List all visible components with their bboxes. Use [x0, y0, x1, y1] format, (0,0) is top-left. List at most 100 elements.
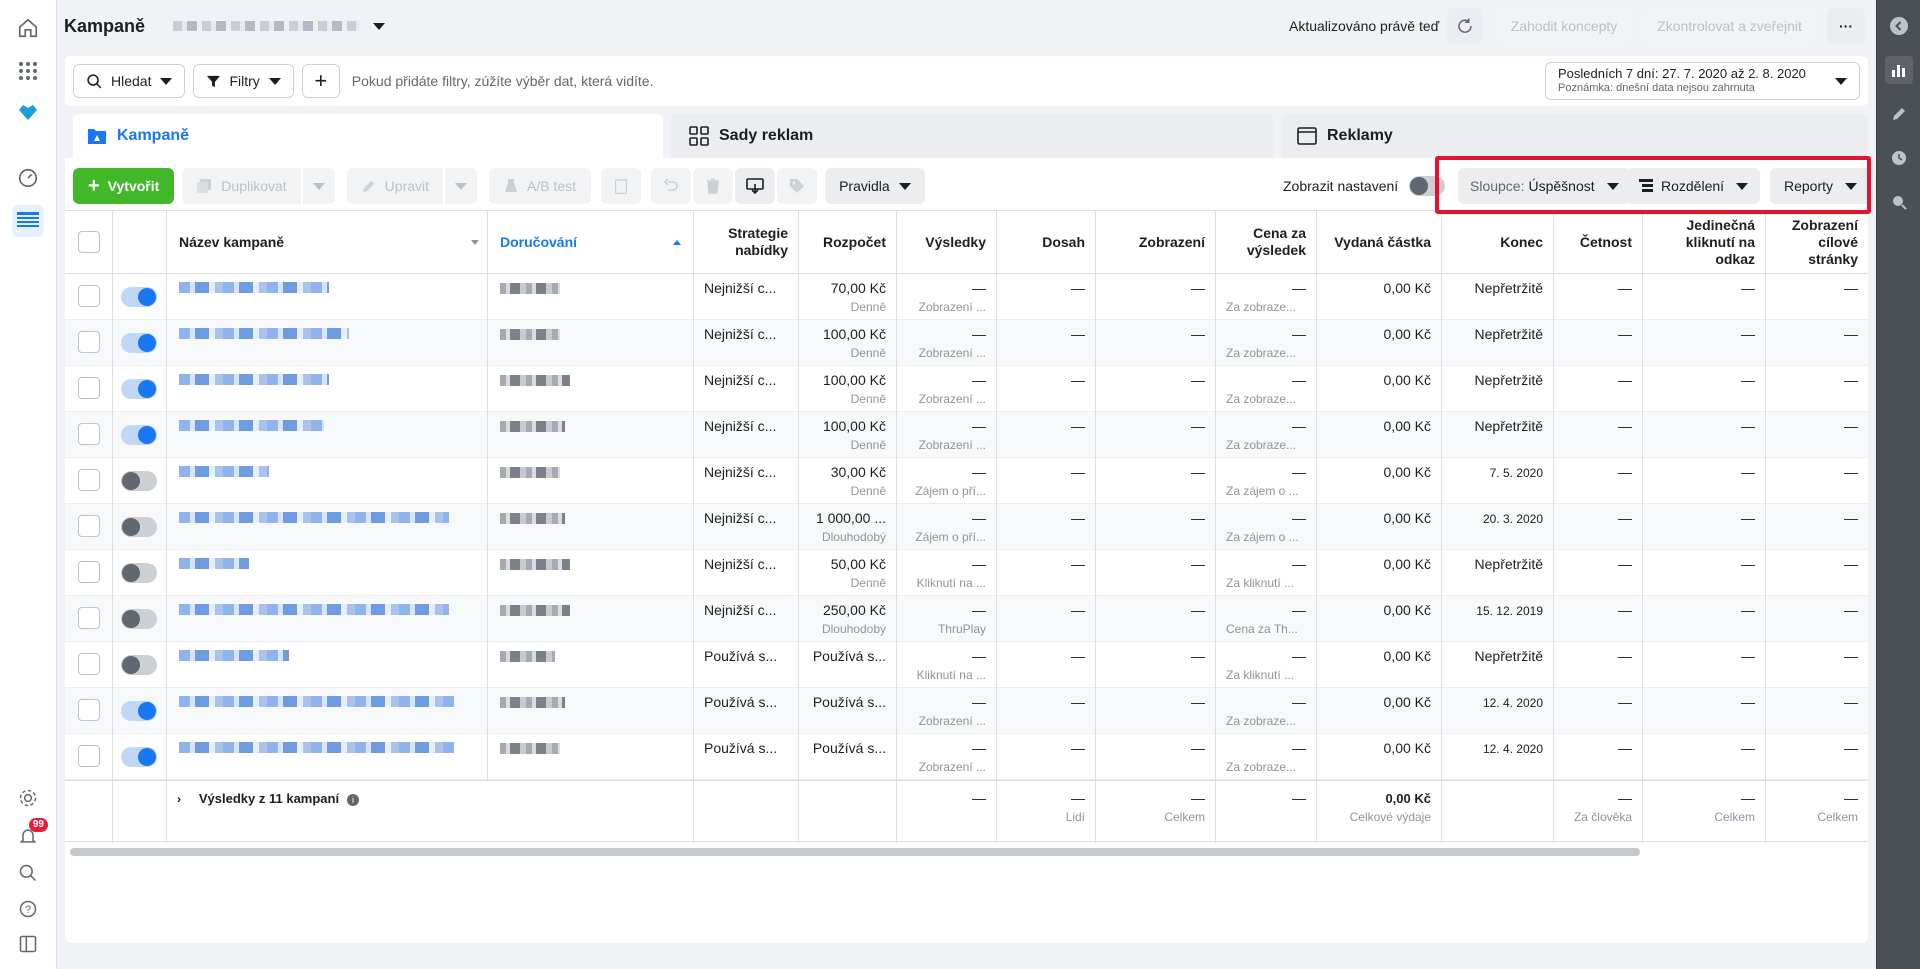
row-checkbox[interactable] — [77, 515, 100, 537]
select-all-checkbox[interactable] — [77, 231, 100, 253]
duplicate-button[interactable]: Duplikovat — [182, 168, 301, 204]
row-checkbox[interactable] — [77, 699, 100, 721]
filters-button[interactable]: Filtry — [193, 64, 294, 98]
campaign-name-blurred[interactable] — [179, 558, 249, 569]
col-header-results[interactable]: Výsledky — [897, 211, 997, 273]
campaign-name-blurred[interactable] — [179, 420, 324, 431]
campaign-toggle[interactable] — [121, 425, 157, 445]
table-row[interactable]: Používá s... Používá s... — Kliknutí na ...… — [65, 642, 1868, 688]
collapse-panel-icon[interactable] — [1885, 12, 1913, 40]
row-checkbox[interactable] — [77, 377, 100, 399]
campaign-toggle[interactable] — [121, 747, 157, 767]
table-row[interactable]: Nejnižší c... 100,00 Kč Denně — Zobrazení ..… — [65, 320, 1868, 366]
tab-ad-sets[interactable]: Sady reklam — [671, 114, 1273, 158]
export-button[interactable] — [735, 168, 776, 204]
account-logo-icon[interactable] — [12, 96, 44, 128]
col-header-landing[interactable]: Zobrazení cílové stránky — [1766, 211, 1868, 273]
tab-campaigns[interactable]: Kampaně — [73, 114, 663, 158]
row-checkbox[interactable] — [77, 607, 100, 629]
campaign-toggle[interactable] — [121, 655, 157, 675]
edit-button[interactable]: Upravit — [346, 168, 444, 204]
row-checkbox[interactable] — [77, 331, 100, 353]
col-header-impressions[interactable]: Zobrazení — [1096, 211, 1216, 273]
apps-grid-icon[interactable] — [12, 55, 44, 87]
row-checkbox[interactable] — [77, 745, 100, 767]
more-options-button[interactable]: ··· — [1827, 8, 1865, 44]
col-header-frequency[interactable]: Četnost — [1554, 211, 1643, 273]
edit-dropdown[interactable] — [445, 168, 478, 204]
row-checkbox[interactable] — [77, 469, 100, 491]
ab-test-button[interactable]: A/B test — [489, 168, 592, 204]
notifications-bell-icon[interactable]: 99 — [12, 818, 48, 852]
col-header-end[interactable]: Konec — [1442, 211, 1554, 273]
search-button[interactable]: Hledat — [73, 64, 186, 98]
table-row[interactable]: Nejnižší c... 100,00 Kč Denně — Zobrazení ..… — [65, 412, 1868, 458]
home-icon[interactable] — [12, 12, 44, 44]
history-clock-icon[interactable] — [1885, 144, 1913, 172]
table-row[interactable]: Nejnižší c... 70,00 Kč Denně — Zobrazení ...… — [65, 274, 1868, 320]
table-row[interactable]: Nejnižší c... 30,00 Kč Denně — Zájem o pří..… — [65, 458, 1868, 504]
col-header-name[interactable]: Název kampaně — [167, 211, 488, 273]
chart-icon[interactable] — [1885, 56, 1913, 84]
discard-drafts-button[interactable]: Zahodit koncepty — [1495, 8, 1633, 44]
table-row[interactable]: Používá s... Používá s... — Zobrazení ... — —… — [65, 688, 1868, 734]
campaign-toggle[interactable] — [121, 609, 157, 629]
campaign-name-blurred[interactable] — [179, 512, 449, 523]
campaign-name-blurred[interactable] — [179, 328, 349, 339]
duplicate-dropdown[interactable] — [302, 168, 335, 204]
campaign-toggle[interactable] — [121, 287, 157, 307]
date-range-picker[interactable]: Posledních 7 dní: 27. 7. 2020 až 2. 8. 2… — [1545, 62, 1860, 100]
col-header-delivery[interactable]: Doručování — [488, 211, 694, 273]
settings-gear-icon[interactable] — [12, 782, 44, 814]
delete-button[interactable] — [693, 168, 734, 204]
col-header-cost[interactable]: Cena za výsledek — [1216, 211, 1317, 273]
edit-pencil-icon[interactable] — [1885, 100, 1913, 128]
row-checkbox[interactable] — [77, 285, 100, 307]
add-filter-button[interactable]: + — [301, 64, 340, 98]
ads-manager-table-icon[interactable] — [12, 205, 44, 237]
help-icon[interactable]: ? — [12, 893, 44, 925]
review-publish-button[interactable]: Zkontrolovat a zveřejnit — [1644, 8, 1815, 44]
archive-button[interactable] — [601, 168, 642, 204]
tab-ads[interactable]: Reklamy — [1281, 114, 1868, 158]
col-header-strategy[interactable]: Strategie nabídky — [694, 211, 799, 273]
tag-button[interactable] — [777, 168, 818, 204]
row-checkbox[interactable] — [77, 653, 100, 675]
campaign-name-blurred[interactable] — [179, 282, 329, 293]
inspect-search-icon[interactable] — [1885, 188, 1913, 216]
campaign-name-blurred[interactable] — [179, 742, 454, 753]
col-header-reach[interactable]: Dosah — [997, 211, 1096, 273]
refresh-button[interactable] — [1447, 8, 1483, 44]
chevron-right-icon[interactable]: › — [177, 792, 181, 806]
campaign-name-blurred[interactable] — [179, 604, 449, 615]
horizontal-scrollbar[interactable] — [70, 848, 1640, 856]
col-header-unique-clicks[interactable]: Jedinečná kliknutí na odkaz — [1643, 211, 1766, 273]
sidebar-toggle-icon[interactable] — [12, 928, 44, 960]
campaign-name-blurred[interactable] — [179, 650, 289, 661]
table-row[interactable]: Používá s... Používá s... — Zobrazení ... — —… — [65, 734, 1868, 780]
col-header-budget[interactable]: Rozpočet — [799, 211, 897, 273]
campaign-toggle[interactable] — [121, 379, 157, 399]
create-button[interactable]: + Vytvořit — [73, 168, 175, 204]
table-row[interactable]: Nejnižší c... 50,00 Kč Denně — Kliknutí na .… — [65, 550, 1868, 596]
table-row[interactable]: Nejnižší c... 1 000,00 ... Dlouhodobý — Záje… — [65, 504, 1868, 550]
row-checkbox[interactable] — [77, 423, 100, 445]
campaign-toggle[interactable] — [121, 563, 157, 583]
campaign-toggle[interactable] — [121, 701, 157, 721]
campaign-toggle[interactable] — [121, 471, 157, 491]
undo-button[interactable] — [651, 168, 692, 204]
campaign-toggle[interactable] — [121, 333, 157, 353]
row-checkbox[interactable] — [77, 561, 100, 583]
table-row[interactable]: Nejnižší c... 100,00 Kč Denně — Zobrazení ..… — [65, 366, 1868, 412]
table-row[interactable]: Nejnižší c... 250,00 Kč Dlouhodobý — ThruPla… — [65, 596, 1868, 642]
search-icon[interactable] — [12, 857, 44, 889]
campaign-name-blurred[interactable] — [179, 696, 454, 707]
account-dropdown-icon[interactable] — [373, 22, 386, 30]
campaign-name-blurred[interactable] — [179, 466, 269, 477]
campaign-name-blurred[interactable] — [179, 374, 329, 385]
campaign-toggle[interactable] — [121, 517, 157, 537]
info-icon[interactable]: i — [346, 794, 359, 806]
rules-button[interactable]: Pravidla — [825, 168, 925, 204]
col-header-spent[interactable]: Vydaná částka — [1317, 211, 1442, 273]
dashboard-gauge-icon[interactable] — [12, 162, 44, 194]
